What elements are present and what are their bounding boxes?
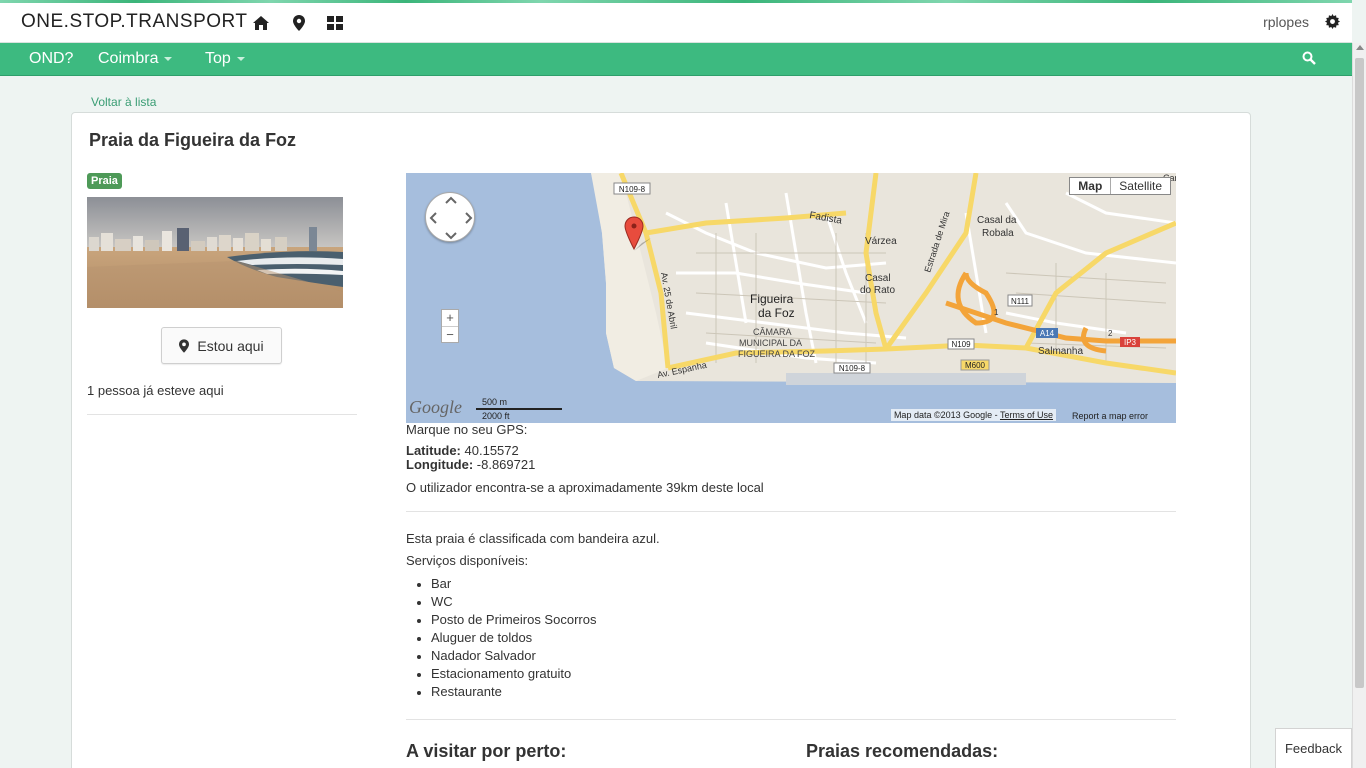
nav-item-coimbra[interactable]: Coimbra bbox=[98, 50, 173, 68]
map-attribution: Map data ©2013 Google - Terms of Use bbox=[890, 409, 1056, 421]
brand-logo[interactable]: ONE.STOP.TRANSPORT bbox=[21, 11, 248, 33]
list-item: Nadador Salvador bbox=[406, 647, 596, 665]
google-logo: Google bbox=[409, 397, 462, 417]
gps-info: Marque no seu GPS: Latitude: 40.15572 Lo… bbox=[406, 422, 536, 472]
home-icon[interactable] bbox=[252, 15, 270, 31]
map-scale: 500 m 2000 ft bbox=[476, 397, 562, 421]
list-item: Restaurante bbox=[406, 683, 596, 701]
report-map-error-link[interactable]: Report a map error bbox=[1072, 411, 1148, 421]
category-badge: Praia bbox=[87, 173, 122, 189]
svg-text:N109-8: N109-8 bbox=[839, 364, 866, 373]
svg-text:Salmanha: Salmanha bbox=[1038, 346, 1083, 357]
grid-icon[interactable] bbox=[326, 15, 344, 31]
svg-text:Casal: Casal bbox=[865, 273, 891, 284]
nearby-heading: A visitar por perto: bbox=[406, 741, 567, 761]
svg-text:2: 2 bbox=[1108, 329, 1113, 338]
svg-text:Casal da: Casal da bbox=[977, 215, 1017, 226]
recommended-beaches-heading: Praias recomendadas: bbox=[806, 741, 999, 761]
terms-of-use-link[interactable]: Terms of Use bbox=[1000, 410, 1053, 420]
map-type-toggle: Map Satellite bbox=[1069, 177, 1171, 195]
svg-text:CÂMARA: CÂMARA bbox=[753, 327, 792, 337]
distance-text: O utilizador encontra-se a aproximadamen… bbox=[406, 480, 764, 495]
scrollbar-thumb[interactable] bbox=[1355, 58, 1364, 688]
chevron-down-icon bbox=[164, 56, 173, 61]
divider bbox=[406, 511, 1176, 512]
longitude-label: Longitude: bbox=[406, 457, 474, 472]
main-navbar: OND? Coimbra Top bbox=[0, 43, 1352, 76]
services-title: Serviços disponíveis: bbox=[406, 553, 529, 568]
svg-text:IP3: IP3 bbox=[1124, 338, 1137, 347]
svg-text:A14: A14 bbox=[1040, 329, 1055, 338]
map-marker-icon bbox=[179, 338, 190, 353]
list-item: WC bbox=[406, 593, 596, 611]
svg-text:MUNICIPAL DA: MUNICIPAL DA bbox=[739, 338, 802, 348]
map-canvas: N109-8 Fadista Várzea Casal da Robala Ca… bbox=[406, 173, 1176, 423]
feedback-button[interactable]: Feedback bbox=[1275, 728, 1352, 768]
map-type-satellite-button[interactable]: Satellite bbox=[1111, 178, 1170, 194]
map-zoom-control: + − bbox=[441, 309, 459, 343]
map-pan-control[interactable] bbox=[425, 192, 475, 242]
latitude-value: 40.15572 bbox=[464, 443, 519, 458]
svg-text:da Foz: da Foz bbox=[758, 306, 795, 320]
svg-text:Robala: Robala bbox=[982, 228, 1014, 239]
divider bbox=[406, 719, 1176, 720]
services-list: Bar WC Posto de Primeiros Socorros Alugu… bbox=[406, 575, 596, 701]
svg-text:N111: N111 bbox=[1011, 297, 1029, 306]
username-link[interactable]: rplopes bbox=[1263, 14, 1309, 30]
latitude-label: Latitude: bbox=[406, 443, 461, 458]
svg-text:M600: M600 bbox=[965, 361, 986, 370]
pan-arrows-icon bbox=[429, 196, 473, 240]
top-bar: ONE.STOP.TRANSPORT rplopes bbox=[0, 3, 1352, 43]
svg-text:Figueira: Figueira bbox=[750, 292, 794, 306]
svg-text:Várzea: Várzea bbox=[865, 236, 897, 247]
longitude-value: -8.869721 bbox=[476, 457, 536, 472]
nav-item-top[interactable]: Top bbox=[205, 50, 245, 68]
visited-count: 1 pessoa já esteve aqui bbox=[87, 383, 224, 398]
search-icon[interactable] bbox=[1302, 51, 1316, 70]
location-map[interactable]: N109-8 Fadista Várzea Casal da Robala Ca… bbox=[406, 173, 1176, 423]
chevron-down-icon bbox=[236, 56, 245, 61]
check-in-label: Estou aqui bbox=[197, 337, 264, 354]
blue-flag-text: Esta praia é classificada com bandeira a… bbox=[406, 531, 660, 546]
svg-text:N109: N109 bbox=[951, 340, 971, 349]
zoom-out-button[interactable]: − bbox=[442, 327, 458, 344]
map-marker-icon[interactable] bbox=[290, 15, 308, 31]
place-card: Praia da Figueira da Foz Praia Estou aqu… bbox=[71, 112, 1251, 768]
gear-icon[interactable] bbox=[1325, 14, 1340, 34]
svg-text:N109-8: N109-8 bbox=[619, 185, 646, 194]
beach-photo bbox=[87, 197, 343, 308]
page-title: Praia da Figueira da Foz bbox=[89, 130, 297, 150]
list-item: Bar bbox=[406, 575, 596, 593]
check-in-button[interactable]: Estou aqui bbox=[161, 327, 282, 364]
list-item: Estacionamento gratuito bbox=[406, 665, 596, 683]
svg-text:1: 1 bbox=[994, 308, 999, 317]
list-item: Posto de Primeiros Socorros bbox=[406, 611, 596, 629]
scroll-up-arrow-icon[interactable] bbox=[1356, 45, 1364, 50]
back-to-list-link[interactable]: Voltar à lista bbox=[91, 95, 156, 109]
page-scrollbar[interactable] bbox=[1352, 43, 1366, 768]
list-item: Aluguer de toldos bbox=[406, 629, 596, 647]
nav-item-ond[interactable]: OND? bbox=[29, 50, 73, 68]
svg-text:do Rato: do Rato bbox=[860, 285, 895, 296]
divider bbox=[87, 414, 357, 415]
svg-text:FIGUEIRA DA FOZ: FIGUEIRA DA FOZ bbox=[738, 349, 816, 359]
map-type-map-button[interactable]: Map bbox=[1070, 178, 1112, 194]
zoom-in-button[interactable]: + bbox=[442, 310, 458, 327]
